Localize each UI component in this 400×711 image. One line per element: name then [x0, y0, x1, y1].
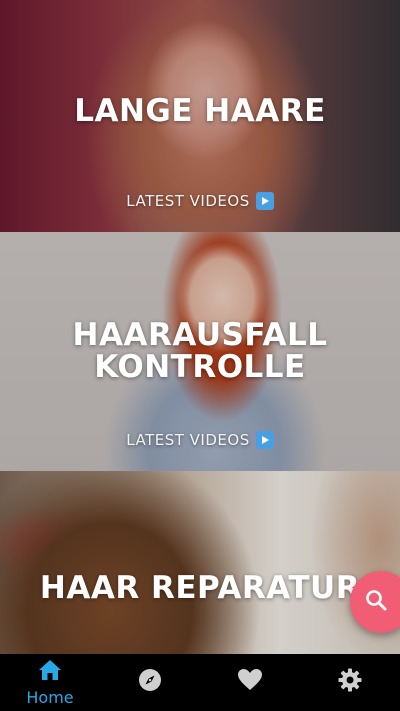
tab-explore[interactable] [115, 654, 185, 711]
category-card-haarausfall-kontrolle[interactable]: HAARAUSFALL KONTROLLE LATEST VIDEOS [0, 232, 400, 471]
tab-favorites[interactable] [215, 654, 285, 711]
category-title: LANGE HAARE [74, 93, 326, 129]
play-icon [255, 192, 274, 210]
category-title: HAAR REPARATUR [39, 570, 361, 606]
latest-videos-label: LATEST VIDEOS [126, 431, 250, 449]
gear-icon [338, 668, 362, 697]
tab-settings[interactable] [315, 654, 385, 711]
latest-videos-link[interactable]: LATEST VIDEOS [0, 192, 400, 210]
tab-home[interactable]: Home [15, 654, 85, 711]
play-icon [255, 431, 274, 449]
tab-home-label: Home [26, 687, 74, 707]
latest-videos-link[interactable]: LATEST VIDEOS [0, 431, 400, 449]
category-feed: LANGE HAARE LATEST VIDEOS HAARAUSFALL KO… [0, 0, 400, 654]
compass-icon [138, 668, 162, 697]
category-title-line1: HAARAUSFALL [72, 317, 328, 353]
category-title-line2: KONTROLLE [94, 349, 306, 385]
bottom-tab-bar: Home [0, 654, 400, 711]
category-card-haar-reparatur[interactable]: HAAR REPARATUR [0, 471, 400, 654]
heart-icon [237, 668, 263, 697]
home-icon [38, 659, 62, 686]
search-icon [364, 588, 388, 617]
latest-videos-label: LATEST VIDEOS [126, 192, 250, 210]
category-card-lange-haare[interactable]: LANGE HAARE LATEST VIDEOS [0, 0, 400, 232]
